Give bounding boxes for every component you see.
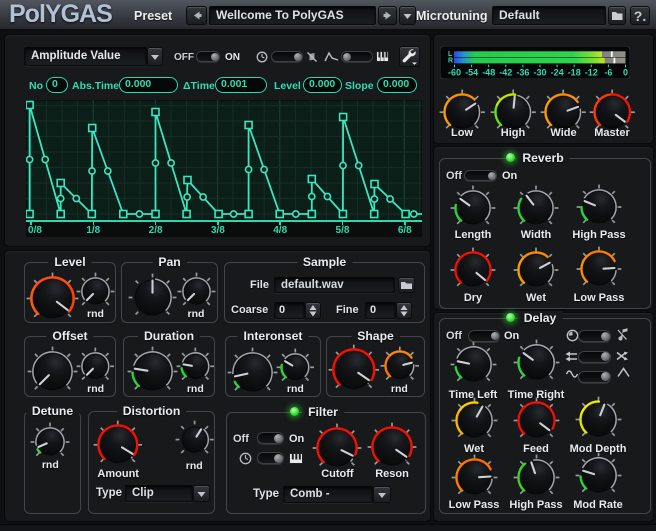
svg-text:-12: -12 <box>585 68 598 78</box>
svg-text:R: R <box>448 58 453 65</box>
svg-text:-54: -54 <box>465 68 478 78</box>
svg-text:-48: -48 <box>482 68 495 78</box>
svg-text:-60: -60 <box>448 68 461 78</box>
svg-text:-36: -36 <box>516 68 529 78</box>
svg-text:0: 0 <box>623 68 628 78</box>
svg-text:-18: -18 <box>568 68 581 78</box>
svg-text:-24: -24 <box>551 68 564 78</box>
svg-text:-30: -30 <box>533 68 546 78</box>
svg-text:-42: -42 <box>499 68 512 78</box>
svg-text:-6: -6 <box>604 68 612 78</box>
